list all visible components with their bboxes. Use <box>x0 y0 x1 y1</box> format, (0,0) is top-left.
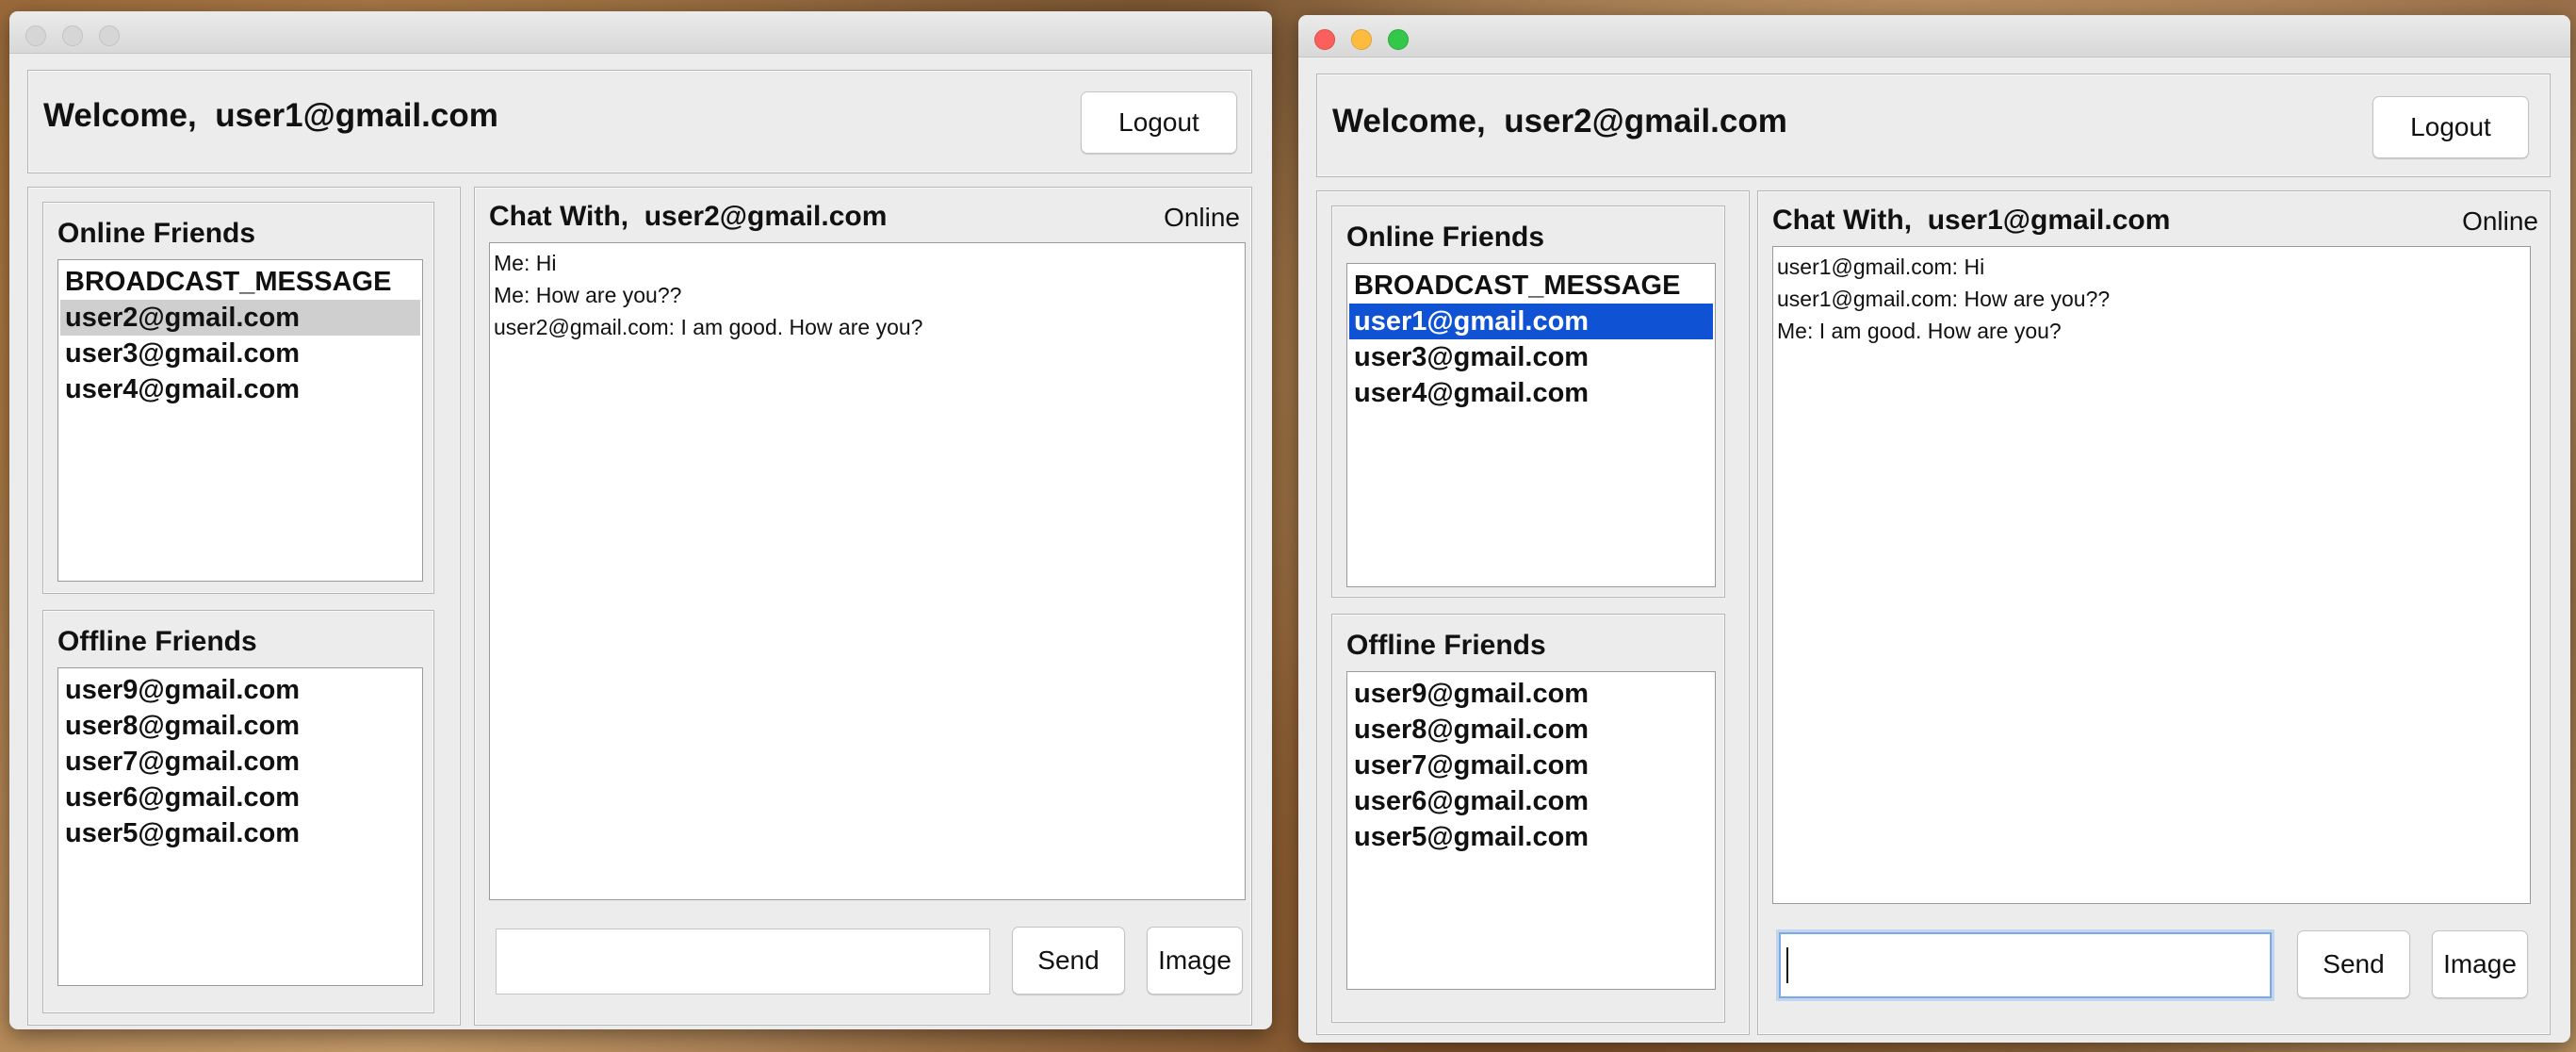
online-friends-title: Online Friends <box>57 218 256 249</box>
chat-status: Online <box>2462 206 2538 236</box>
maximize-icon[interactable] <box>1388 29 1409 50</box>
welcome-text: Welcome, user2@gmail.com <box>1332 103 1787 140</box>
chat-message: user1@gmail.com: How are you?? <box>1777 287 2111 311</box>
online-friends-panel: Online Friends BROADCAST_MESSAGE user2@gm… <box>42 202 434 594</box>
list-item[interactable]: user6@gmail.com <box>1349 783 1713 819</box>
current-user: user2@gmail.com <box>1504 103 1787 140</box>
chat-message: user1@gmail.com: Hi <box>1777 255 1985 279</box>
list-item[interactable]: BROADCAST_MESSAGE <box>60 264 420 300</box>
online-friends-title: Online Friends <box>1346 222 1545 253</box>
list-item[interactable]: user4@gmail.com <box>1349 375 1713 411</box>
offline-friends-list[interactable]: user9@gmail.com user8@gmail.com user7@gmai… <box>57 667 423 986</box>
message-input[interactable] <box>496 929 990 994</box>
chat-window-user2: Welcome, user2@gmail.com Logout Online F… <box>1298 15 2570 1043</box>
chat-status: Online <box>1164 203 1240 232</box>
chat-message: Me: Hi <box>494 251 557 275</box>
welcome-text: Welcome, user1@gmail.com <box>43 97 498 134</box>
offline-friends-list[interactable]: user9@gmail.com user8@gmail.com user7@gmai… <box>1346 671 1716 990</box>
minimize-icon[interactable] <box>62 25 83 46</box>
chat-panel: Chat With, user2@gmail.com Online Me: Hi… <box>474 187 1252 1026</box>
offline-friends-title: Offline Friends <box>1346 630 1546 661</box>
chat-messages-area[interactable]: Me: Hi Me: How are you?? user2@gmail.com: … <box>489 242 1246 900</box>
close-icon[interactable] <box>1314 29 1335 50</box>
text-caret <box>1786 947 1788 983</box>
friends-panel: Online Friends BROADCAST_MESSAGE user2@gm… <box>27 187 461 1026</box>
chat-window-user1: Welcome, user1@gmail.com Logout Online F… <box>9 11 1272 1029</box>
online-friends-list[interactable]: BROADCAST_MESSAGE user1@gmail.com user3@gm… <box>1346 263 1716 587</box>
logout-button[interactable]: Logout <box>2372 96 2529 158</box>
list-item[interactable]: BROADCAST_MESSAGE <box>1349 268 1713 304</box>
title-bar[interactable] <box>1298 15 2570 58</box>
friends-panel: Online Friends BROADCAST_MESSAGE user1@gm… <box>1316 190 1750 1035</box>
list-item[interactable]: user7@gmail.com <box>1349 748 1713 783</box>
list-item[interactable]: user3@gmail.com <box>1349 339 1713 375</box>
close-icon[interactable] <box>25 25 46 46</box>
chat-partner: user2@gmail.com <box>644 201 888 232</box>
send-button[interactable]: Send <box>2297 930 2410 998</box>
chat-panel: Chat With, user1@gmail.com Online user1@… <box>1757 190 2551 1035</box>
chat-with-title: Chat With, user2@gmail.com <box>489 201 888 232</box>
chat-messages-area[interactable]: user1@gmail.com: Hi user1@gmail.com: How … <box>1772 246 2531 904</box>
header-panel: Welcome, user2@gmail.com Logout <box>1316 74 2551 177</box>
header-panel: Welcome, user1@gmail.com Logout <box>27 70 1252 173</box>
title-bar[interactable] <box>9 11 1272 54</box>
list-item[interactable]: user5@gmail.com <box>1349 819 1713 855</box>
online-friends-panel: Online Friends BROADCAST_MESSAGE user1@gm… <box>1331 205 1725 598</box>
chat-partner: user1@gmail.com <box>1927 205 2171 236</box>
list-item[interactable]: user7@gmail.com <box>60 744 420 780</box>
list-item[interactable]: user9@gmail.com <box>1349 676 1713 712</box>
maximize-icon[interactable] <box>99 25 120 46</box>
list-item[interactable]: user8@gmail.com <box>1349 712 1713 748</box>
chat-message: Me: How are you?? <box>494 283 682 307</box>
online-friends-list[interactable]: BROADCAST_MESSAGE user2@gmail.com user3@gm… <box>57 259 423 582</box>
list-item[interactable]: user1@gmail.com <box>1349 304 1713 339</box>
list-item[interactable]: user8@gmail.com <box>60 708 420 744</box>
list-item[interactable]: user3@gmail.com <box>60 336 420 371</box>
logout-button[interactable]: Logout <box>1081 91 1237 154</box>
list-item[interactable]: user2@gmail.com <box>60 300 420 336</box>
minimize-icon[interactable] <box>1351 29 1372 50</box>
offline-friends-panel: Offline Friends user9@gmail.com user8@gma… <box>42 610 434 1013</box>
list-item[interactable]: user5@gmail.com <box>60 815 420 851</box>
chat-message: Me: I am good. How are you? <box>1777 319 2062 343</box>
image-button[interactable]: Image <box>1147 927 1243 994</box>
current-user: user1@gmail.com <box>215 97 498 134</box>
image-button[interactable]: Image <box>2432 930 2528 998</box>
send-button[interactable]: Send <box>1012 927 1125 994</box>
chat-message: user2@gmail.com: I am good. How are you? <box>494 315 923 339</box>
list-item[interactable]: user6@gmail.com <box>60 780 420 815</box>
list-item[interactable]: user9@gmail.com <box>60 672 420 708</box>
offline-friends-title: Offline Friends <box>57 626 257 657</box>
message-input[interactable] <box>1779 932 2272 998</box>
chat-with-title: Chat With, user1@gmail.com <box>1772 205 2171 236</box>
offline-friends-panel: Offline Friends user9@gmail.com user8@gma… <box>1331 614 1725 1023</box>
list-item[interactable]: user4@gmail.com <box>60 371 420 407</box>
